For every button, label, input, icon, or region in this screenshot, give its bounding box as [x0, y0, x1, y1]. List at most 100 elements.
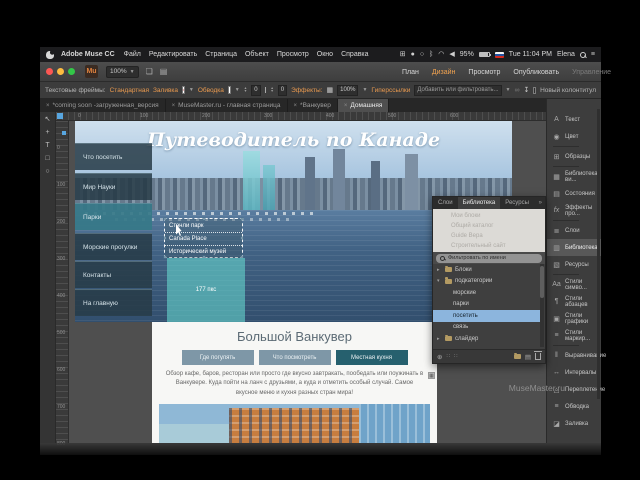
tool-icon-4[interactable]: ○: [45, 168, 49, 175]
mode-button-план[interactable]: План: [402, 69, 419, 76]
corner-radius-field[interactable]: 0: [277, 84, 288, 96]
menubar-menu-окно[interactable]: Окно: [317, 51, 333, 58]
library-scrollbar[interactable]: [540, 264, 544, 347]
dock-panel-текст[interactable]: A Текст: [547, 111, 601, 128]
stroke-stepper[interactable]: ▲ ▼: [244, 86, 247, 94]
spacing-measure-rect[interactable]: 177 пкс: [167, 258, 245, 322]
dock-panel-стили-симво-[interactable]: Aa Стили симво...: [547, 276, 601, 293]
menubar-user[interactable]: Elena: [557, 51, 575, 58]
selection-handle[interactable]: [240, 217, 244, 221]
selection-handle[interactable]: [202, 217, 205, 221]
section-tab-button[interactable]: Что посмотреть: [258, 350, 331, 365]
library-tree-row[interactable]: связь: [433, 322, 540, 334]
place-icon[interactable]: ∷: [446, 354, 450, 360]
mode-button-управление[interactable]: Управление: [572, 69, 611, 76]
menubar-menu-объект[interactable]: Объект: [245, 51, 269, 58]
bluetooth-icon[interactable]: ᛒ: [429, 51, 433, 58]
new-folder-icon[interactable]: [513, 352, 521, 359]
dock-panel-цвет[interactable]: ◉ Цвет: [547, 128, 601, 145]
mode-button-просмотр[interactable]: Просмотр: [468, 69, 500, 76]
minimize-window-button[interactable]: [57, 68, 64, 75]
document-tab[interactable]: × Домашняя: [337, 99, 390, 112]
new-page-icon[interactable]: ❏: [146, 67, 153, 76]
document-tab[interactable]: × *Ванкувер: [288, 99, 338, 112]
dock-panel-образцы[interactable]: ⊞ Образцы: [547, 148, 601, 165]
chevron-down-icon[interactable]: ▼: [235, 87, 240, 93]
library-tree-row[interactable]: парки: [433, 299, 540, 311]
library-tree-row[interactable]: ▾ подкатегории: [433, 276, 540, 288]
corner-stepper[interactable]: ▲ ▼: [270, 86, 273, 94]
sync-icon[interactable]: ○: [420, 51, 424, 58]
frame-style-link[interactable]: Стандартная: [110, 87, 149, 94]
zoom-level-select[interactable]: 100% ▼: [106, 65, 139, 78]
notification-center-icon[interactable]: ≡: [591, 51, 595, 58]
notification-dot-icon[interactable]: ●: [411, 51, 415, 58]
site-nav-item[interactable]: На главную: [75, 289, 152, 316]
opacity-field[interactable]: 100%: [337, 84, 359, 96]
chevron-right-icon[interactable]: ▸: [437, 336, 442, 342]
stroke-swatch[interactable]: [227, 86, 231, 94]
tool-icon-0[interactable]: ↖: [45, 116, 51, 123]
section-tab-button[interactable]: Где погулять: [181, 350, 254, 365]
close-window-button[interactable]: [46, 68, 53, 75]
site-nav-item[interactable]: Контакты: [75, 261, 152, 288]
library-filter-input[interactable]: Фильтровать по имени: [436, 253, 542, 263]
library-tree-row[interactable]: ▸ слайдер: [433, 333, 540, 345]
fill-link[interactable]: Заливка: [153, 87, 178, 94]
anchor-icon[interactable]: ↧: [523, 87, 529, 94]
dock-panel-заливка[interactable]: ◪ Заливка: [547, 415, 601, 432]
embed-icon[interactable]: ⊕: [437, 353, 442, 361]
menubar-menu-просмотр[interactable]: Просмотр: [277, 51, 309, 58]
close-tab-icon[interactable]: ×: [172, 103, 176, 109]
dock-panel-эффекты-про-[interactable]: fx Эффекты про...: [547, 202, 601, 219]
dock-panel-библиотека[interactable]: ▥ Библиотека: [547, 239, 601, 256]
site-nav-item[interactable]: Морские прогулки: [75, 233, 152, 260]
dock-panel-библиотека-ви-[interactable]: ▦ Библиотека ви...: [547, 168, 601, 185]
dock-panel-ресурсы[interactable]: ▧ Ресурсы: [547, 256, 601, 273]
selection-handle[interactable]: [240, 236, 244, 240]
effects-link[interactable]: Эффекты:: [291, 87, 322, 94]
close-tab-icon[interactable]: ×: [294, 103, 298, 109]
dock-panel-стили-графики[interactable]: ▣ Стили графики: [547, 310, 601, 327]
menubar-menu-файл[interactable]: Файл: [124, 51, 141, 58]
dock-panel-слои[interactable]: ≣ Слои: [547, 222, 601, 239]
keyboard-layout-flag-icon[interactable]: [494, 51, 504, 58]
spotlight-search-icon[interactable]: [579, 51, 586, 58]
chevron-down-icon[interactable]: ▼: [362, 87, 367, 93]
hyperlinks-link[interactable]: Гиперссылки: [371, 87, 410, 94]
close-tab-icon[interactable]: ×: [46, 103, 50, 109]
dock-panel-стили-маркир-[interactable]: ≡ Стили маркир...: [547, 327, 601, 344]
selection-handle[interactable]: [163, 217, 167, 221]
battery-icon[interactable]: [478, 52, 491, 57]
place-alt-icon[interactable]: ∷: [454, 354, 458, 360]
dock-panel-стили-абзацев[interactable]: ¶ Стили абзацев: [547, 293, 601, 310]
menubar-menu-редактировать[interactable]: Редактировать: [149, 51, 197, 58]
display-icon[interactable]: ⊞: [400, 51, 406, 58]
zoom-window-button[interactable]: [68, 68, 75, 75]
site-nav-item[interactable]: Мир Науки: [75, 173, 152, 200]
section-tab-button[interactable]: Местная кухня: [335, 350, 408, 365]
chevron-right-icon[interactable]: ▸: [437, 267, 442, 273]
panel-tab-библиотека[interactable]: Библиотека: [457, 197, 501, 209]
panel-tab-ресурсы[interactable]: Ресурсы: [500, 197, 534, 209]
tool-icon-2[interactable]: T: [45, 142, 49, 149]
menubar-menu-справка[interactable]: Справка: [341, 51, 368, 58]
tool-icon-1[interactable]: +: [45, 129, 49, 136]
menubar-menu-страница[interactable]: Страница: [205, 51, 237, 58]
fill-swatch[interactable]: [182, 86, 185, 94]
shadow-effect-icon[interactable]: ▦: [326, 87, 333, 94]
library-tree-row[interactable]: посетить: [433, 310, 540, 322]
chevron-down-icon[interactable]: ▾: [437, 278, 442, 284]
menubar-clock[interactable]: Tue 11:04 PM: [509, 51, 552, 58]
selected-menu-widget[interactable]: Стэнли парк Canada Place Исторический музе…: [163, 217, 244, 259]
selection-handle[interactable]: [163, 236, 167, 240]
panel-collapse-icon[interactable]: »: [539, 200, 542, 206]
document-tab[interactable]: × MuseMaster.ru - главная страница: [166, 99, 288, 112]
apple-logo-icon[interactable]: [46, 50, 54, 59]
document-tab[interactable]: × *coming soon -загруженная_версия: [40, 99, 166, 112]
content-section[interactable]: Большой Ванкувер Где погулять Что посмотр…: [152, 322, 437, 443]
mode-button-опубликовать[interactable]: Опубликовать: [513, 69, 559, 76]
stroke-width-field[interactable]: 0: [251, 84, 261, 96]
dock-panel-выравнивание[interactable]: ‖ Выравнивание: [547, 347, 606, 364]
mode-button-дизайн[interactable]: Дизайн: [432, 69, 456, 76]
